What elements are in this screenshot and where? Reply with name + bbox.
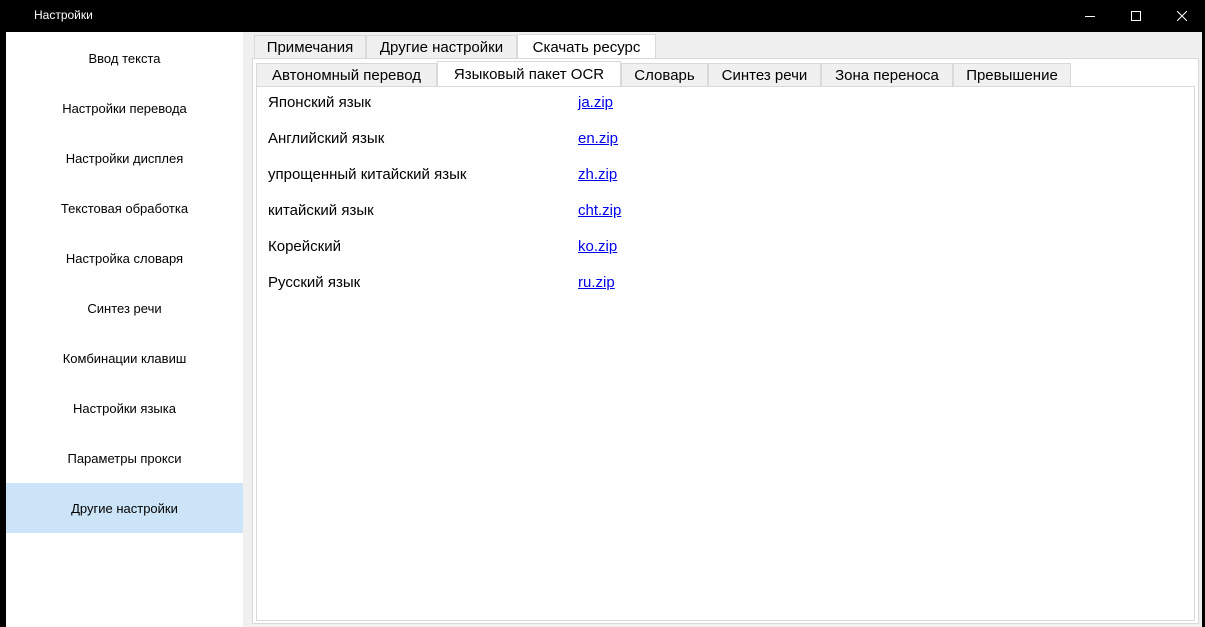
sidebar-item-label: Текстовая обработка: [60, 200, 189, 216]
sidebar-item-text-input[interactable]: Ввод текста: [6, 33, 243, 83]
language-label: упрощенный китайский язык: [268, 166, 467, 183]
sidebar-item-speech-synthesis[interactable]: Синтез речи: [6, 283, 243, 333]
tab-ocr-language-pack[interactable]: Языковый пакет OCR: [437, 61, 621, 87]
sidebar-item-other-settings[interactable]: Другие настройки: [6, 483, 243, 533]
sidebar-item-language-settings[interactable]: Настройки языка: [6, 383, 243, 433]
language-label: Русский язык: [268, 274, 361, 291]
window-title: Настройки: [34, 8, 93, 22]
maximize-button[interactable]: [1113, 0, 1159, 31]
download-link-cht[interactable]: cht.zip: [578, 202, 621, 219]
tab-speech-synthesis[interactable]: Синтез речи: [708, 63, 821, 86]
settings-sidebar: Ввод текста Настройки перевода Настройки…: [6, 32, 243, 627]
tab-label: Автономный перевод: [272, 66, 421, 84]
sidebar-item-dictionary-settings[interactable]: Настройка словаря: [6, 233, 243, 283]
sidebar-item-label: Настройки дисплея: [65, 150, 184, 166]
tab-label: Другие настройки: [379, 38, 504, 56]
download-link-ko[interactable]: ko.zip: [578, 238, 617, 255]
tab-notes[interactable]: Примечания: [254, 35, 366, 58]
sidebar-item-proxy-settings[interactable]: Параметры прокси: [6, 433, 243, 483]
sidebar-item-label: Ввод текста: [88, 50, 161, 66]
tab-dictionary[interactable]: Словарь: [621, 63, 708, 86]
tab-label: Зона переноса: [835, 66, 939, 84]
sidebar-item-label: Настройка словаря: [65, 250, 184, 266]
sidebar-item-display-settings[interactable]: Настройки дисплея: [6, 133, 243, 183]
sidebar-item-hotkeys[interactable]: Комбинации клавиш: [6, 333, 243, 383]
tab-excess[interactable]: Превышение: [953, 63, 1071, 86]
tab-label: Языковый пакет OCR: [453, 66, 605, 83]
download-link-ja[interactable]: ja.zip: [578, 94, 613, 111]
sidebar-item-text-processing[interactable]: Текстовая обработка: [6, 183, 243, 233]
sidebar-item-translation-settings[interactable]: Настройки перевода: [6, 83, 243, 133]
language-label: Японский язык: [268, 94, 371, 111]
tab-transfer-zone[interactable]: Зона переноса: [821, 63, 953, 86]
title-bar: Настройки: [0, 0, 1205, 31]
maximize-icon: [1131, 10, 1141, 21]
tab-label: Скачать ресурс: [532, 38, 641, 56]
tab-label: Словарь: [634, 66, 695, 84]
minimize-icon: [1085, 11, 1095, 21]
download-link-zh[interactable]: zh.zip: [578, 166, 617, 183]
download-link-ru[interactable]: ru.zip: [578, 274, 615, 291]
tab-offline-translation[interactable]: Автономный перевод: [256, 63, 437, 86]
tab-label: Примечания: [266, 38, 354, 56]
close-button[interactable]: [1159, 0, 1205, 31]
tab-other-settings[interactable]: Другие настройки: [366, 35, 517, 58]
language-label: Английский язык: [268, 130, 385, 147]
tab-label: Синтез речи: [721, 66, 808, 84]
tab-download-resource[interactable]: Скачать ресурс: [517, 34, 656, 59]
close-icon: [1177, 10, 1187, 21]
tab-label: Превышение: [966, 66, 1058, 84]
sidebar-item-label: Настройки перевода: [62, 100, 187, 116]
sidebar-item-label: Комбинации клавиш: [62, 350, 187, 366]
language-label: Корейский: [268, 238, 341, 255]
download-link-en[interactable]: en.zip: [578, 130, 618, 147]
sidebar-item-label: Параметры прокси: [67, 450, 182, 466]
sidebar-item-label: Настройки языка: [73, 400, 176, 416]
minimize-button[interactable]: [1067, 0, 1113, 31]
sidebar-item-label: Синтез речи: [87, 300, 162, 316]
sidebar-item-label: Другие настройки: [71, 500, 178, 516]
language-label: китайский язык: [268, 202, 374, 219]
